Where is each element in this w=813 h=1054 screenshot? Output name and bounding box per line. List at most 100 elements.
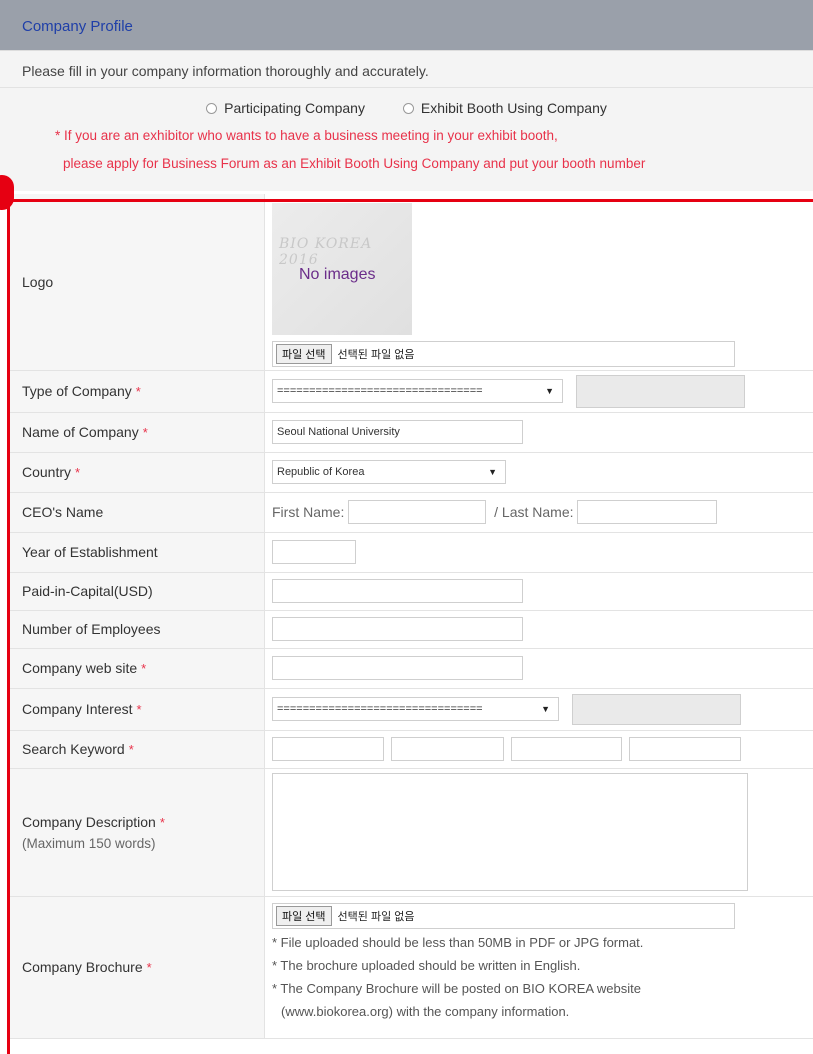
name-of-company-field: Seoul National University <box>264 412 813 453</box>
annotation-highlight-left <box>7 199 10 1054</box>
form-row-employees: Number of Employees <box>10 610 813 649</box>
logo-label: Logo <box>10 194 265 371</box>
select-value: ================================ <box>277 385 483 397</box>
label-text: CEO's Name <box>22 504 104 520</box>
label-text: Paid-in-Capital(USD) <box>22 583 153 599</box>
paid-in-capital-input[interactable] <box>272 579 523 603</box>
first-name-label: First Name: <box>272 504 345 520</box>
radio-label: Exhibit Booth Using Company <box>420 100 607 116</box>
brochure-note-3: * The Company Brochure will be posted on… <box>272 980 642 996</box>
description-field <box>264 768 813 897</box>
country-label: Country * <box>10 452 265 493</box>
required-star-icon: * <box>146 960 152 975</box>
brochure-note-4: (www.biokorea.org) with the company info… <box>281 1003 570 1019</box>
required-star-icon: * <box>159 814 165 830</box>
form-row-type-of-company: Type of Company * =======================… <box>10 370 813 413</box>
required-star-icon: * <box>128 742 134 757</box>
warning-text-line1: * If you are an exhibitor who wants to h… <box>55 128 558 143</box>
select-value: ================================ <box>277 703 483 715</box>
form-row-logo: Logo BIO KOREA 2016 No images 파일 선택 선택된 … <box>10 194 813 371</box>
section-title: Company Profile <box>22 18 133 35</box>
radio-exhibit-booth-company[interactable]: Exhibit Booth Using Company <box>402 100 607 116</box>
form-row-name-of-company: Name of Company * Seoul National Universi… <box>10 412 813 453</box>
annotation-highlight-top <box>7 199 813 202</box>
type-of-company-other-input[interactable] <box>575 374 745 408</box>
website-field <box>264 648 813 689</box>
company-type-radio-group: Participating Company Exhibit Booth Usin… <box>0 100 813 117</box>
paid-in-capital-label: Paid-in-Capital(USD) <box>10 572 265 611</box>
company-name-input[interactable]: Seoul National University <box>272 420 523 444</box>
label-text: Company Brochure <box>22 959 143 975</box>
logo-field: BIO KOREA 2016 No images 파일 선택 선택된 파일 없음 <box>264 194 813 371</box>
keyword-input-3[interactable] <box>510 737 622 761</box>
brochure-note-2: * The brochure uploaded should be writte… <box>272 957 581 973</box>
year-established-label: Year of Establishment <box>10 532 265 573</box>
label-text: Name of Company <box>22 424 139 440</box>
last-name-input[interactable] <box>577 500 718 524</box>
first-name-input[interactable] <box>348 500 487 524</box>
website-label: Company web site * <box>10 648 265 689</box>
description-word-limit: (Maximum 150 words) <box>22 835 156 851</box>
dropdown-arrow-icon: ▼ <box>488 467 497 477</box>
logo-watermark: BIO KOREA 2016 <box>279 236 373 268</box>
choose-file-button[interactable]: 파일 선택 <box>276 344 332 364</box>
label-text: Search Keyword <box>22 741 125 757</box>
required-star-icon: * <box>142 425 148 440</box>
radio-circle-icon[interactable] <box>206 102 218 114</box>
country-select[interactable]: Republic of Korea ▼ <box>272 460 506 484</box>
form-row-year-established: Year of Establishment <box>10 532 813 573</box>
label-text: Country <box>22 464 72 480</box>
choose-file-button[interactable]: 파일 선택 <box>276 905 332 926</box>
label-text: Type of Company <box>22 383 132 399</box>
form-row-paid-in-capital: Paid-in-Capital(USD) <box>10 572 813 611</box>
select-value: Republic of Korea <box>277 466 365 478</box>
file-status-text: 선택된 파일 없음 <box>337 349 415 361</box>
company-description-textarea[interactable] <box>272 773 748 891</box>
company-interest-select[interactable]: ================================ ▼ <box>272 697 559 721</box>
file-status-text: 선택된 파일 없음 <box>337 910 415 923</box>
employees-field <box>264 610 813 649</box>
warning-text-line2: please apply for Business Forum as an Ex… <box>63 156 646 171</box>
company-profile-form: Logo BIO KOREA 2016 No images 파일 선택 선택된 … <box>10 194 813 1039</box>
logo-preview-image: BIO KOREA 2016 No images <box>272 203 412 335</box>
country-field: Republic of Korea ▼ <box>264 452 813 493</box>
company-interest-other-input[interactable] <box>571 693 741 725</box>
type-of-company-label: Type of Company * <box>10 370 265 413</box>
form-row-brochure: Company Brochure * 파일 선택 선택된 파일 없음 * File… <box>10 896 813 1039</box>
paid-in-capital-field <box>264 572 813 611</box>
website-input[interactable] <box>272 656 523 680</box>
name-of-company-label: Name of Company * <box>10 412 265 453</box>
year-established-field <box>264 532 813 573</box>
employees-label: Number of Employees <box>10 610 265 649</box>
section-header: Company Profile <box>0 0 813 50</box>
ceo-name-field: First Name: / Last Name: <box>264 492 813 533</box>
brochure-field: 파일 선택 선택된 파일 없음 * File uploaded should b… <box>264 896 813 1039</box>
form-row-description: Company Description * (Maximum 150 words) <box>10 768 813 897</box>
logo-file-input[interactable]: 파일 선택 선택된 파일 없음 <box>272 341 735 367</box>
label-text: Year of Establishment <box>22 544 158 560</box>
divider <box>0 87 813 88</box>
radio-label: Participating Company <box>224 100 365 116</box>
keyword-input-2[interactable] <box>390 737 504 761</box>
label-text: Number of Employees <box>22 621 161 637</box>
last-name-label: / Last Name: <box>494 504 574 520</box>
employees-input[interactable] <box>272 617 523 641</box>
keyword-label: Search Keyword * <box>10 730 265 769</box>
dropdown-arrow-icon: ▼ <box>545 386 554 396</box>
radio-circle-icon[interactable] <box>402 102 414 114</box>
type-of-company-select[interactable]: ================================ ▼ <box>272 379 563 403</box>
label-text: Company Interest <box>22 701 133 717</box>
dropdown-arrow-icon: ▼ <box>541 704 550 714</box>
keyword-input-4[interactable] <box>628 737 741 761</box>
radio-participating-company[interactable]: Participating Company <box>206 100 365 116</box>
interest-label: Company Interest * <box>10 688 265 731</box>
required-star-icon: * <box>141 661 147 676</box>
label-text: Company Description <box>22 813 156 830</box>
brochure-file-input[interactable]: 파일 선택 선택된 파일 없음 <box>272 902 735 929</box>
year-established-input[interactable] <box>272 540 356 564</box>
interest-field: ================================ ▼ <box>264 688 813 731</box>
keyword-input-1[interactable] <box>272 737 384 761</box>
label-text: Logo <box>22 273 54 290</box>
description-label: Company Description * (Maximum 150 words) <box>10 768 265 897</box>
required-star-icon: * <box>136 702 142 717</box>
